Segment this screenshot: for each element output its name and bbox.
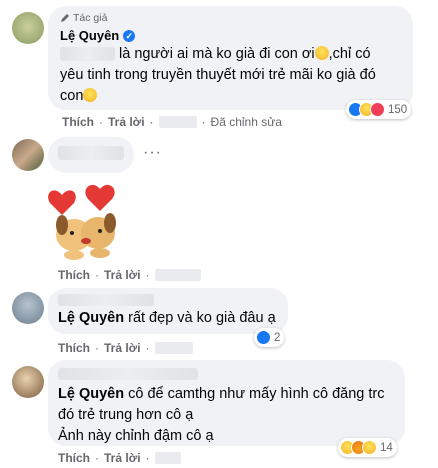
- like-reaction-icon: [256, 330, 271, 345]
- separator: ·: [95, 268, 99, 282]
- pen-icon: [61, 14, 69, 22]
- timestamp[interactable]: [158, 116, 197, 128]
- author-avatar[interactable]: [12, 12, 44, 44]
- reply-button[interactable]: Trả lời: [104, 268, 141, 282]
- comment-text-line: cô để camthg như mấy hình cô đăng trc: [128, 386, 385, 402]
- more-options-icon[interactable]: ···: [143, 144, 162, 162]
- comment-actions: Thích · Trả lời ·: [58, 341, 193, 355]
- grin-emoji-icon: [83, 88, 98, 102]
- verified-icon: ✓: [123, 29, 136, 42]
- comment-actions: Thích · Trả lời ·: [58, 268, 201, 282]
- author-badge: Tác giả: [60, 12, 107, 24]
- separator: ·: [201, 115, 206, 129]
- separator: ·: [145, 268, 150, 282]
- comment-actions: Thích · Trả lời ·: [58, 451, 181, 465]
- wow-reaction-icon: [362, 440, 377, 455]
- comment-text-line: là người ai mà ko già đi con ơi: [119, 46, 315, 62]
- timestamp[interactable]: [154, 269, 201, 281]
- comment-text: là người ai mà ko già đi con ơi ,chỉ có y…: [60, 44, 405, 107]
- blurred-commenter-name: [58, 294, 154, 306]
- separator: ·: [145, 341, 150, 355]
- reaction-count: 14: [380, 441, 393, 454]
- like-button[interactable]: Thích: [58, 341, 90, 355]
- separator: ·: [95, 451, 99, 465]
- mention-link[interactable]: Lệ Quyên: [58, 310, 124, 326]
- comment-text-line: con: [60, 88, 84, 104]
- blurred-commenter-name: [58, 146, 124, 160]
- commenter-avatar[interactable]: [12, 292, 44, 324]
- comment-text-line: ,chỉ có: [328, 46, 371, 62]
- author-name[interactable]: Lệ Quyên: [60, 28, 119, 43]
- commenter-avatar[interactable]: [12, 366, 44, 398]
- reaction-summary[interactable]: 150: [346, 100, 412, 119]
- reaction-count: 2: [274, 331, 281, 344]
- blurred-mention: [60, 47, 115, 62]
- comment-text: Lệ Quyên rất đẹp và ko già đâu ạ: [58, 308, 276, 329]
- love-dogs-sticker: [48, 184, 116, 260]
- reaction-summary[interactable]: 2: [254, 328, 285, 347]
- comment-author-name[interactable]: Lệ Quyên ✓: [60, 28, 136, 43]
- timestamp[interactable]: [154, 342, 193, 354]
- mention-link[interactable]: Lệ Quyên: [58, 386, 124, 402]
- smile-emoji-icon: [314, 46, 329, 60]
- reply-button[interactable]: Trả lời: [104, 451, 141, 465]
- blurred-commenter-name: [58, 368, 198, 380]
- timestamp[interactable]: [154, 452, 181, 464]
- separator: ·: [99, 115, 103, 129]
- comment-text-line: đó trẻ trung hơn cô ạ: [58, 407, 194, 423]
- separator: ·: [145, 451, 150, 465]
- separator: ·: [95, 341, 99, 355]
- comment-actions: Thích · Trả lời · · Đã chỉnh sửa: [62, 115, 282, 129]
- reply-button[interactable]: Trả lời: [104, 341, 141, 355]
- like-button[interactable]: Thích: [58, 451, 90, 465]
- comment-text-line: rất đẹp và ko già đâu ạ: [128, 310, 276, 326]
- reaction-count: 150: [388, 103, 408, 116]
- reaction-summary[interactable]: 14: [338, 438, 397, 457]
- comment-text-line: yêu tinh trong truyền thuyết mới trẻ mãi…: [60, 67, 376, 83]
- author-badge-label: Tác giả: [73, 12, 108, 24]
- like-button[interactable]: Thích: [62, 115, 94, 129]
- separator: ·: [149, 115, 154, 129]
- edited-label[interactable]: Đã chỉnh sửa: [211, 115, 282, 129]
- reply-button[interactable]: Trả lời: [108, 115, 145, 129]
- commenter-avatar[interactable]: [12, 139, 44, 171]
- like-button[interactable]: Thích: [58, 268, 90, 282]
- love-reaction-icon: [370, 102, 385, 117]
